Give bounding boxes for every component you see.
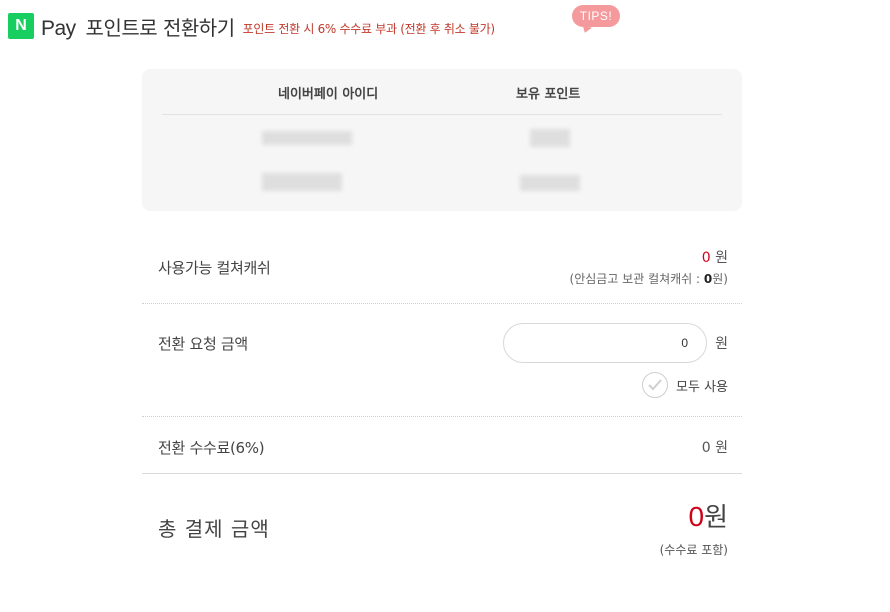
available-cash-unit: 원 (715, 250, 728, 266)
title-pay: Pay (41, 16, 76, 40)
total-amount: 0 (688, 501, 705, 532)
available-cash-amount: 0 (701, 250, 711, 266)
total-value: 0원 (689, 497, 729, 534)
total-unit: 원 (704, 503, 728, 533)
request-amount-row: 전환 요청 금액 원 모두 사용 (142, 305, 742, 417)
safe-box-suffix: 원) (712, 272, 728, 286)
available-cash-value: 0 원 (702, 247, 728, 267)
table-divider (162, 114, 722, 115)
request-amount-unit: 원 (715, 336, 728, 352)
available-cash-row: 사용가능 컬쳐캐쉬 0 원 (안심금고 보관 컬쳐캐쉬 : 0원) (142, 232, 742, 304)
fee-label: 전환 수수료(6%) (158, 439, 265, 457)
fee-notice: 포인트 전환 시 6% 수수료 부과 (전환 후 취소 불가) (242, 21, 495, 36)
masked-account-id (262, 173, 342, 191)
page-header: N Pay 포인트로 전환하기 포인트 전환 시 6% 수수료 부과 (전환 후… (8, 11, 495, 41)
request-amount-input[interactable] (503, 323, 707, 363)
request-amount-label: 전환 요청 금액 (158, 335, 248, 353)
fee-row: 전환 수수료(6%) 0 원 (142, 418, 742, 474)
naver-n-logo: N (8, 13, 34, 39)
title-text: 포인트로 전환하기 (85, 15, 236, 40)
header-points: 보유 포인트 (516, 87, 581, 102)
masked-account-id (262, 131, 352, 145)
available-cash-label: 사용가능 컬쳐캐쉬 (158, 259, 271, 277)
check-icon (642, 372, 669, 398)
safe-box-amount: 0 (703, 272, 713, 286)
account-table: 네이버페이 아이디 보유 포인트 (142, 69, 742, 211)
header-naverpay-id: 네이버페이 아이디 (278, 87, 379, 102)
safe-box-cash-note: (안심금고 보관 컬쳐캐쉬 : 0원) (570, 270, 728, 287)
masked-points (520, 175, 580, 191)
masked-points (530, 129, 570, 147)
fee-value: 0 원 (701, 440, 728, 456)
safe-box-prefix: (안심금고 보관 컬쳐캐쉬 : (569, 272, 704, 286)
page-title: Pay 포인트로 전환하기 (41, 12, 235, 41)
tips-button[interactable]: TIPS! (572, 5, 620, 27)
total-fee-included-note: (수수료 포함) (659, 543, 728, 557)
total-row: 총 결제 금액 0원 (수수료 포함) (142, 475, 742, 575)
total-label: 총 결제 금액 (158, 517, 270, 541)
use-all-label: 모두 사용 (676, 379, 728, 395)
use-all-checkbox[interactable]: 모두 사용 (642, 372, 728, 398)
